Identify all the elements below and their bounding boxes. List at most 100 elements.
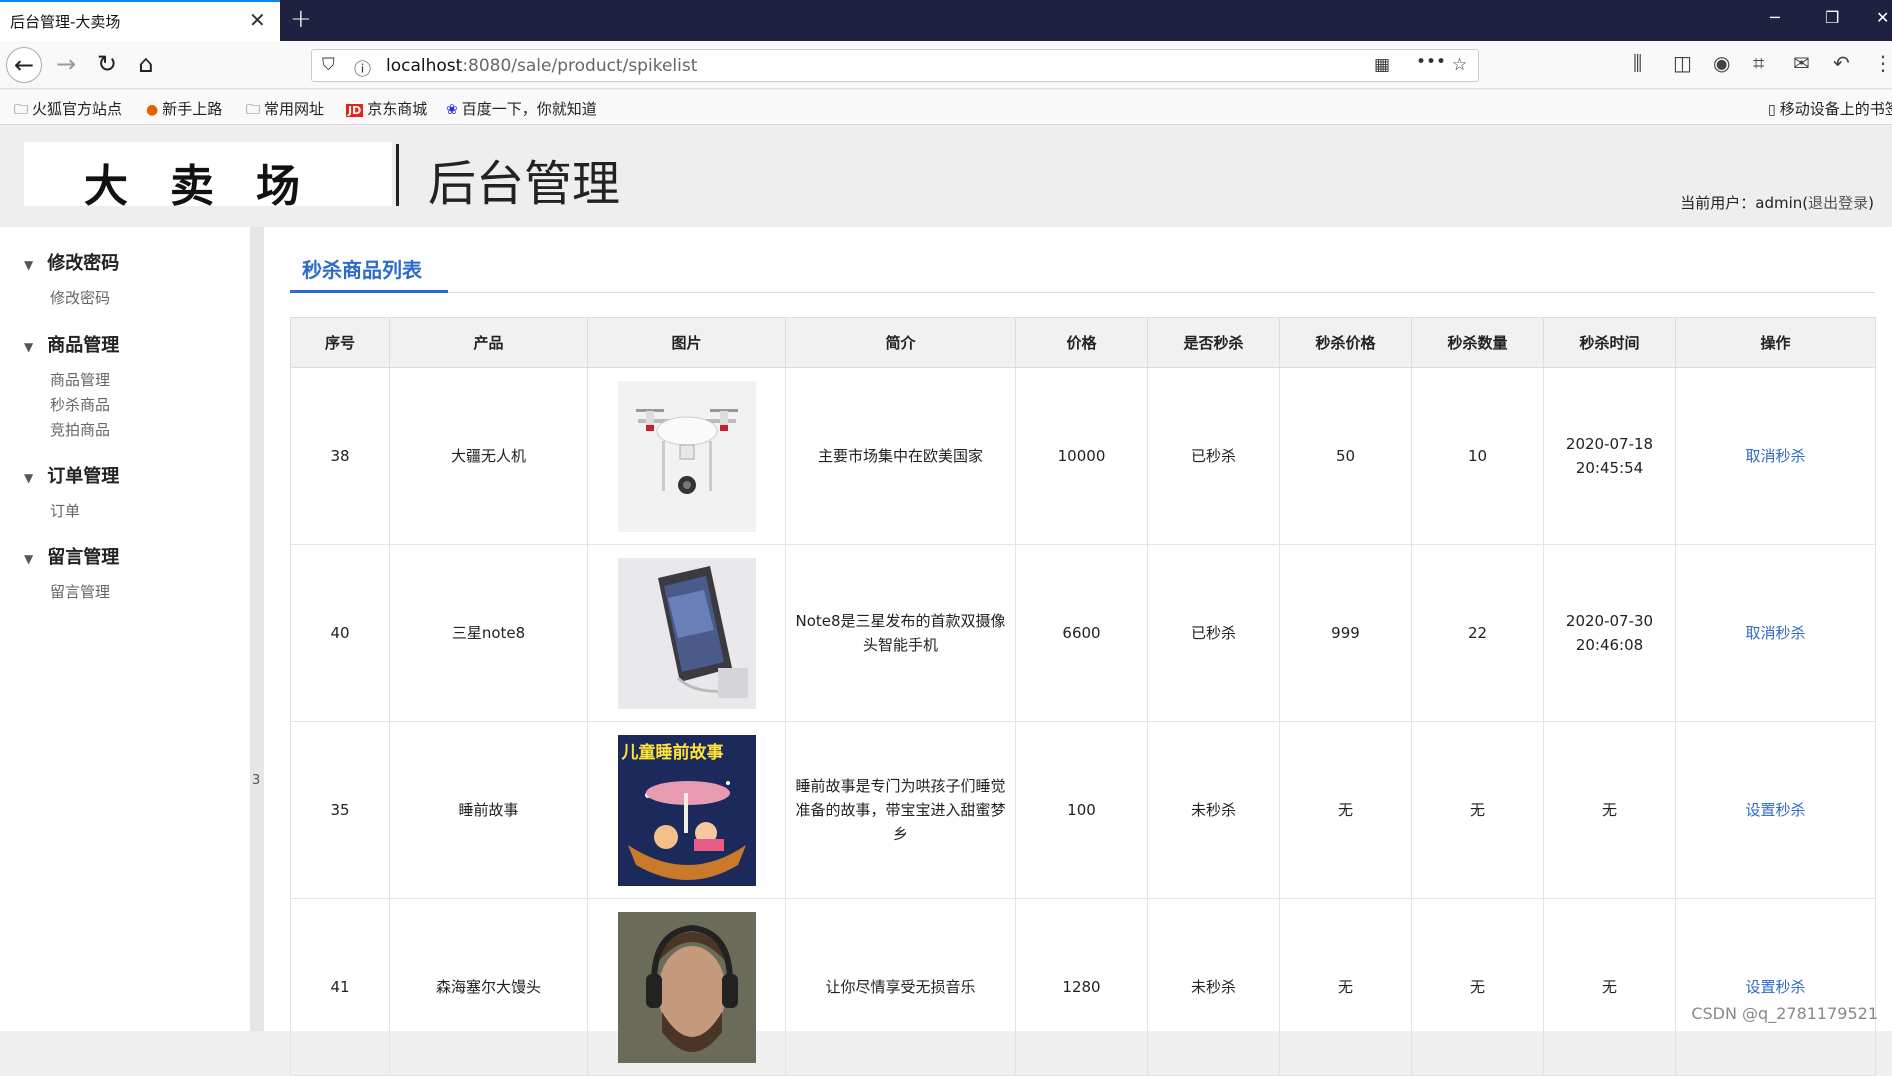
cell-image: 儿童睡前故事 — [587, 721, 786, 899]
cell-action: 取消秒杀 — [1675, 544, 1876, 722]
column-header: 操作 — [1675, 317, 1876, 368]
sidebar-group-label: 留言管理 — [47, 547, 120, 568]
sidebar-item-orders[interactable]: 订单 — [50, 500, 80, 521]
table-row: 35 睡前故事 儿童睡前故事 睡前故事是专门为哄孩子们睡觉准备的故事，带宝宝进入… — [290, 721, 1876, 899]
sidebar-group-password[interactable]: ▼ 修改密码 — [24, 249, 119, 275]
folder-icon: 🗀 — [246, 102, 260, 118]
browser-titlebar: 后台管理-大卖场 ✕ + ─ ❐ ✕ — [0, 0, 1892, 41]
table-row: 38 大疆无人机 主要市场集中在欧美国家 10000 已秒杀 50 10 202… — [290, 367, 1876, 545]
cell-price: 1280 — [1015, 898, 1148, 1076]
bookmark-star-icon[interactable]: ☆ — [1452, 55, 1467, 75]
set-spike-button[interactable]: 设置秒杀 — [1745, 978, 1805, 996]
bookmark-label: 京东商城 — [367, 100, 428, 118]
sidebar-splitter[interactable] — [250, 227, 264, 1031]
cell-spike-qty: 10 — [1411, 367, 1544, 545]
headphones-man-image — [617, 911, 756, 1063]
sidebar: ▼ 修改密码 修改密码 ▼ 商品管理 商品管理 秒杀商品 竞拍商品 ▼ 订单管理 订单… — [0, 227, 250, 1031]
sidebar-item-auction-products[interactable]: 竞拍商品 — [50, 419, 110, 440]
logo-text: 大卖场 — [84, 161, 342, 212]
bookmark-label: 常用网址 — [264, 100, 325, 118]
sidebar-icon[interactable]: ◫ — [1673, 51, 1692, 75]
bookmarks-bar: 🗀 火狐官方站点 ● 新手上路 🗀 常用网址 JD 京东商城 ❀ 百度一下，你就知道 ▯ 移… — [0, 90, 1892, 125]
cell-name: 森海塞尔大馒头 — [389, 898, 588, 1076]
cell-spike-status: 已秒杀 — [1147, 544, 1280, 722]
info-icon[interactable]: ⓘ — [354, 55, 371, 80]
mobile-icon: ▯ — [1768, 102, 1776, 118]
column-header: 是否秒杀 — [1147, 317, 1280, 368]
browser-tab[interactable]: 后台管理-大卖场 ✕ — [0, 0, 280, 41]
sidebar-item-messages[interactable]: 留言管理 — [50, 581, 110, 602]
undo-icon[interactable]: ↶ — [1833, 51, 1850, 75]
menu-icon[interactable]: ⋮ — [1873, 51, 1892, 75]
cell-spike-status: 未秒杀 — [1147, 898, 1280, 1076]
cell-spike-price: 50 — [1279, 367, 1412, 545]
bookmark-item[interactable]: ● 新手上路 — [146, 98, 222, 119]
firefox-icon: ● — [146, 102, 159, 118]
restore-icon[interactable]: ❐ — [1825, 8, 1839, 27]
qr-code-icon[interactable]: ▦ — [1374, 55, 1390, 75]
url-path: :8080/sale/product/spikelist — [462, 56, 698, 76]
column-header: 秒杀价格 — [1279, 317, 1412, 368]
sidebar-group-products[interactable]: ▼ 商品管理 — [24, 331, 119, 357]
logout-link[interactable]: 退出登录 — [1808, 194, 1868, 212]
cell-spike-status: 未秒杀 — [1147, 721, 1280, 899]
forward-icon[interactable]: → — [48, 47, 84, 83]
url-bar[interactable]: ⛉ ⓘ localhost:8080/sale/product/spikelis… — [311, 49, 1479, 82]
bookmark-item[interactable]: 🗀 火狐官方站点 — [14, 98, 122, 123]
current-user-close: ) — [1868, 194, 1874, 212]
back-icon[interactable]: ← — [6, 47, 42, 83]
tab-close-icon[interactable]: ✕ — [249, 8, 266, 32]
sidebar-group-orders[interactable]: ▼ 订单管理 — [24, 462, 119, 488]
home-icon[interactable]: ⌂ — [128, 47, 164, 83]
url-text[interactable]: localhost:8080/sale/product/spikelist — [386, 56, 697, 76]
tab-active-indicator — [290, 290, 448, 293]
cancel-spike-button[interactable]: 取消秒杀 — [1745, 624, 1805, 642]
storybook-image-title: 儿童睡前故事 — [621, 742, 724, 763]
screenshot-icon[interactable]: ⌗ — [1753, 51, 1764, 75]
cancel-spike-button[interactable]: 取消秒杀 — [1745, 447, 1805, 465]
cell-image — [587, 544, 786, 722]
cell-action: 设置秒杀 — [1675, 721, 1876, 899]
minimize-icon[interactable]: ─ — [1770, 8, 1780, 27]
cell-image — [587, 367, 786, 545]
bookmark-item[interactable]: JD 京东商城 — [346, 98, 427, 119]
bookmark-item[interactable]: ❀ 百度一下，你就知道 — [446, 98, 597, 119]
caret-down-icon: ▼ — [24, 552, 34, 566]
cell-spike-qty: 无 — [1411, 898, 1544, 1076]
folder-icon: 🗀 — [14, 102, 28, 118]
column-header: 价格 — [1015, 317, 1148, 368]
cell-name: 睡前故事 — [389, 721, 588, 899]
sidebar-item-spike-products[interactable]: 秒杀商品 — [50, 394, 110, 415]
cell-desc: 让你尽情享受无损音乐 — [785, 898, 1016, 1076]
new-tab-icon[interactable]: + — [290, 4, 312, 34]
sidebar-group-label: 商品管理 — [47, 335, 120, 356]
mobile-bookmarks[interactable]: ▯ 移动设备上的书签 — [1768, 98, 1892, 119]
tab-title: 后台管理-大卖场 — [10, 13, 121, 31]
site-header: 大卖场 后台管理 当前用户：admin(退出登录) — [0, 126, 1892, 227]
cell-spike-price: 无 — [1279, 898, 1412, 1076]
cell-price: 6600 — [1015, 544, 1148, 722]
cell-spike-status: 已秒杀 — [1147, 367, 1280, 545]
more-actions-icon[interactable]: ••• — [1416, 52, 1446, 72]
caret-down-icon: ▼ — [24, 340, 34, 354]
set-spike-button[interactable]: 设置秒杀 — [1745, 801, 1805, 819]
cell-spike-time: 2020-07-18 20:45:54 — [1543, 367, 1676, 545]
cell-spike-qty: 无 — [1411, 721, 1544, 899]
sidebar-item-products[interactable]: 商品管理 — [50, 369, 110, 390]
chat-icon[interactable]: ✉ — [1793, 51, 1810, 75]
logo: 大卖场 — [24, 142, 392, 212]
bookmark-item[interactable]: 🗀 常用网址 — [246, 98, 324, 123]
column-header: 秒杀数量 — [1411, 317, 1544, 368]
library-icon[interactable]: ⫼ — [1633, 51, 1642, 75]
tab-divider — [290, 292, 1875, 293]
tab-spike-list[interactable]: 秒杀商品列表 — [302, 254, 422, 283]
jd-icon: JD — [346, 104, 364, 117]
sidebar-item-change-password[interactable]: 修改密码 — [50, 287, 110, 308]
shield-icon[interactable]: ⛉ — [322, 55, 335, 75]
window-close-icon[interactable]: ✕ — [1876, 8, 1889, 27]
sidebar-group-messages[interactable]: ▼ 留言管理 — [24, 543, 119, 569]
reload-icon[interactable]: ↻ — [89, 47, 125, 83]
table-header-row: 序号 产品 图片 简介 价格 是否秒杀 秒杀价格 秒杀数量 秒杀时间 操作 — [290, 317, 1876, 368]
account-icon[interactable]: ◉ — [1713, 51, 1730, 75]
cell-name: 三星note8 — [389, 544, 588, 722]
